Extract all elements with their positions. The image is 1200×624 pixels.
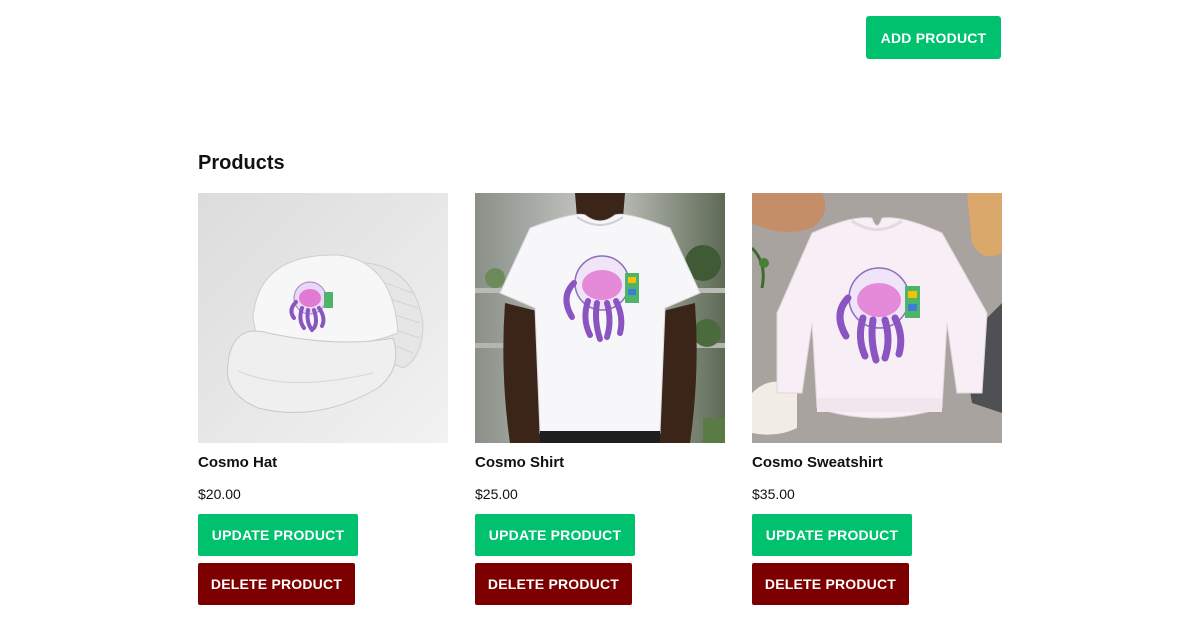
product-image-sweatshirt[interactable]: [752, 193, 1002, 443]
update-product-button[interactable]: UPDATE PRODUCT: [198, 514, 358, 556]
product-price: $25.00: [475, 486, 518, 502]
product-card-hat: Cosmo Hat $20.00 UPDATE PRODUCT DELETE P…: [198, 193, 448, 605]
update-product-button[interactable]: UPDATE PRODUCT: [752, 514, 912, 556]
add-product-button[interactable]: ADD PRODUCT: [866, 16, 1001, 59]
delete-product-button[interactable]: DELETE PRODUCT: [752, 563, 909, 605]
page: ADD PRODUCT Products Cosmo Hat $20.00 UP…: [0, 0, 1200, 624]
products-heading: Products: [198, 152, 285, 174]
product-name: Cosmo Sweatshirt: [752, 454, 883, 471]
product-price: $20.00: [198, 486, 241, 502]
update-product-button[interactable]: UPDATE PRODUCT: [475, 514, 635, 556]
delete-product-button[interactable]: DELETE PRODUCT: [198, 563, 355, 605]
product-image-shirt[interactable]: [475, 193, 725, 443]
product-name: Cosmo Shirt: [475, 454, 565, 471]
product-image-hat[interactable]: [198, 193, 448, 443]
product-name: Cosmo Hat: [198, 454, 278, 471]
delete-product-button[interactable]: DELETE PRODUCT: [475, 563, 632, 605]
product-card-sweatshirt: Cosmo Sweatshirt $35.00 UPDATE PRODUCT D…: [752, 193, 1002, 605]
product-price: $35.00: [752, 486, 795, 502]
product-card-shirt: Cosmo Shirt $25.00 UPDATE PRODUCT DELETE…: [475, 193, 725, 605]
